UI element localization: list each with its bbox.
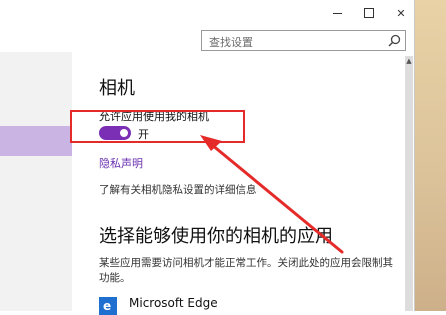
minimize-icon (332, 12, 342, 14)
maximize-button[interactable] (354, 0, 384, 26)
scrollbar-thumb[interactable] (405, 56, 413, 311)
sidebar (0, 52, 72, 311)
close-icon: ✕ (396, 6, 406, 20)
title-bar: ✕ (0, 0, 446, 26)
close-button[interactable]: ✕ (386, 0, 416, 26)
settings-content: 相机 允许应用使用我的相机 开 隐私声明 了解有关相机隐私设置的详细信息 选择能… (80, 56, 402, 315)
maximize-icon (364, 8, 374, 18)
section-description: 某些应用需要访问相机才能正常工作。关闭此处的应用会限制其功能。 (99, 257, 393, 284)
search-placeholder: 查找设置 (209, 36, 253, 49)
page-title: 相机 (99, 78, 135, 99)
minimize-button[interactable] (322, 0, 352, 26)
search-icon[interactable] (388, 34, 401, 47)
sidebar-item-selected[interactable] (0, 126, 72, 156)
app-name: Microsoft Edge (129, 296, 218, 310)
annotation-highlight-box (70, 110, 245, 143)
search-input[interactable]: 查找设置 (201, 30, 406, 51)
window-border (414, 0, 415, 311)
learn-more-link[interactable]: 了解有关相机隐私设置的详细信息 (99, 182, 257, 197)
privacy-statement-link[interactable]: 隐私声明 (99, 155, 143, 171)
edge-icon: e (99, 297, 117, 315)
desktop-background (414, 0, 446, 311)
section-title: 选择能够使用你的相机的应用 (99, 226, 333, 247)
scrollbar[interactable] (405, 56, 413, 311)
scroll-up-icon[interactable]: ▲ (404, 56, 414, 66)
